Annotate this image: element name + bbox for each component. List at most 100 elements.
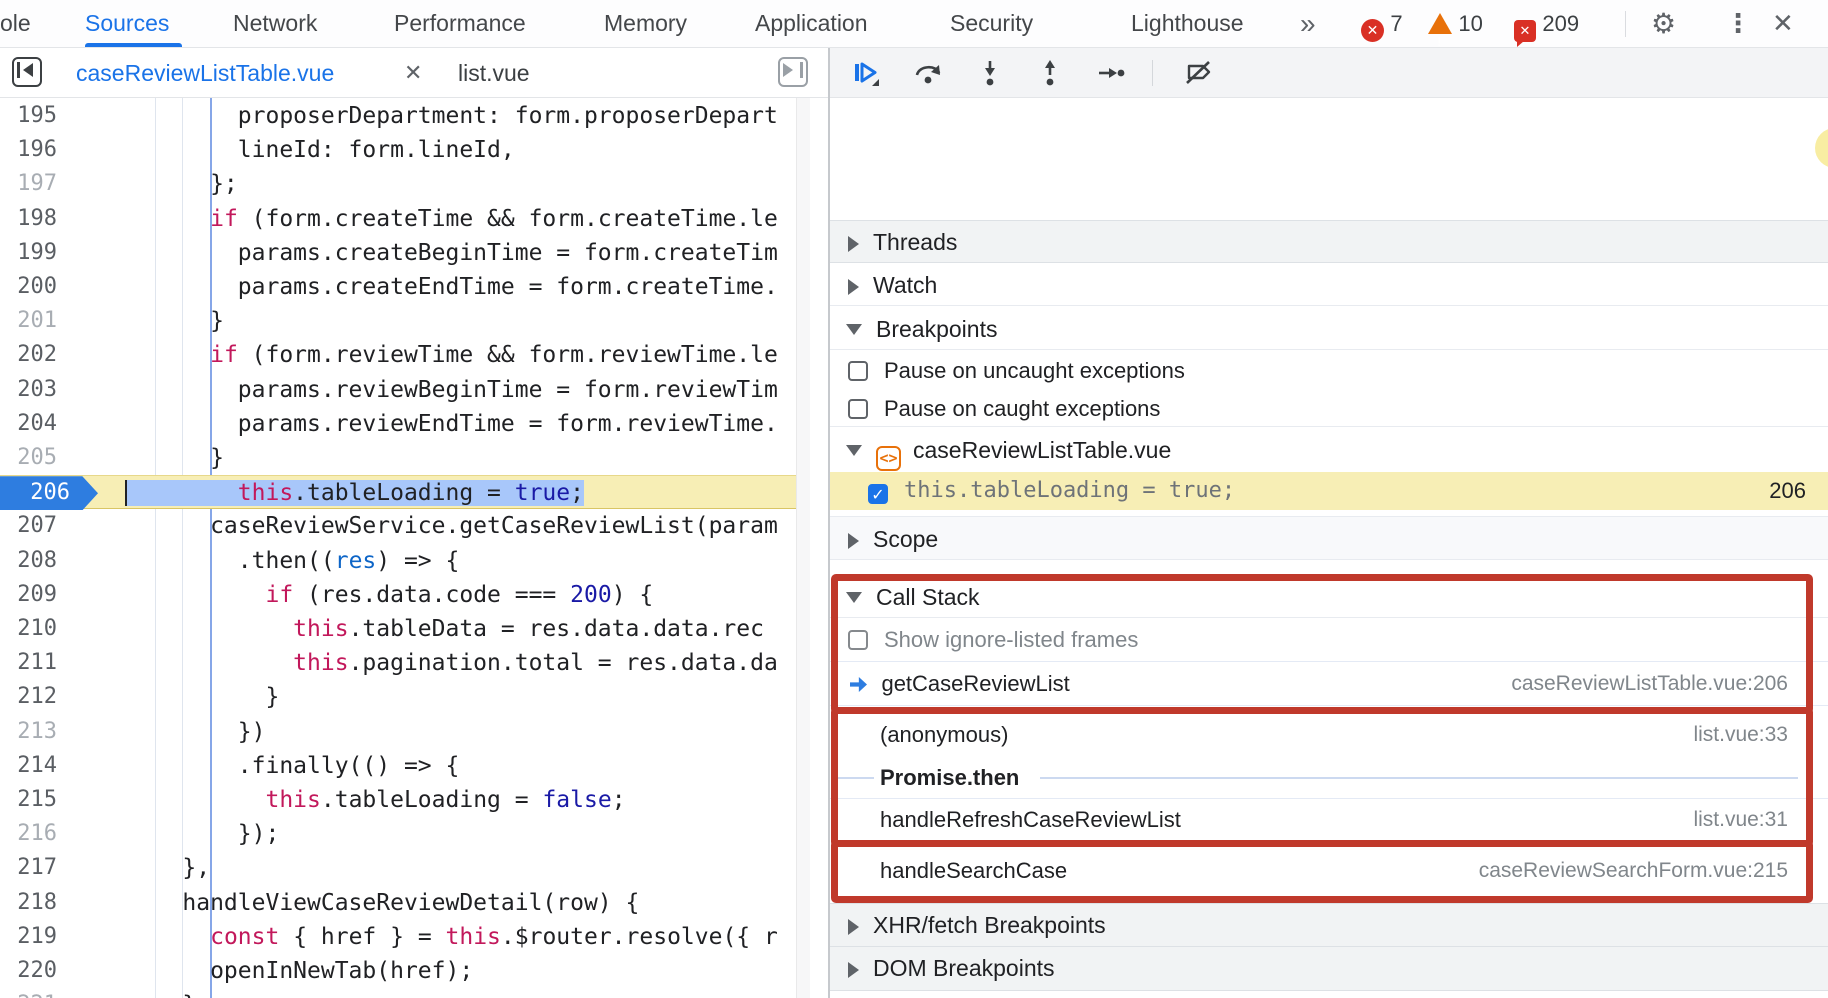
- frame-location[interactable]: caseReviewSearchForm.vue:215: [1479, 847, 1788, 895]
- code-line: 219 const { href } = this.$router.resolv…: [0, 920, 796, 954]
- code-line: 211 this.pagination.total = res.data.da: [0, 646, 796, 680]
- warning-badge[interactable]: ! 10: [1428, 0, 1483, 47]
- tab-application[interactable]: Application: [755, 0, 868, 47]
- chevron-right-icon: [848, 962, 859, 978]
- line-number[interactable]: 220: [0, 954, 57, 988]
- checkbox-unchecked[interactable]: [848, 630, 868, 650]
- line-number[interactable]: 217: [0, 851, 57, 885]
- editor-scrollbar[interactable]: [796, 98, 810, 998]
- line-number[interactable]: 205: [0, 441, 57, 475]
- section-call-stack[interactable]: Call Stack: [830, 576, 1828, 618]
- call-stack-frame[interactable]: handleRefreshCaseReviewList list.vue:31: [830, 799, 1828, 840]
- code-line: 201 }: [0, 304, 796, 338]
- file-tab-list-vue[interactable]: list.vue: [458, 48, 530, 98]
- pause-uncaught-exceptions-row[interactable]: Pause on uncaught exceptions: [830, 352, 1828, 389]
- line-number[interactable]: 216: [0, 817, 57, 851]
- pause-caught-exceptions-row[interactable]: Pause on caught exceptions: [830, 390, 1828, 427]
- deactivate-breakpoints-icon[interactable]: [1185, 59, 1213, 87]
- kebab-menu-icon[interactable]: ⋮: [1725, 0, 1751, 47]
- line-number[interactable]: 208: [0, 544, 57, 578]
- section-xhr-breakpoints[interactable]: XHR/fetch Breakpoints: [830, 903, 1828, 947]
- frame-location[interactable]: list.vue:31: [1693, 799, 1788, 840]
- line-number[interactable]: 200: [0, 270, 57, 304]
- line-number[interactable]: 211: [0, 646, 57, 680]
- line-number[interactable]: 203: [0, 373, 57, 407]
- code-line: 196 lineId: form.lineId,: [0, 133, 796, 167]
- file-tab-active[interactable]: caseReviewListTable.vue: [76, 48, 334, 98]
- chevron-right-icon: [848, 236, 859, 252]
- line-number[interactable]: 197: [0, 167, 57, 201]
- tab-network[interactable]: Network: [233, 0, 317, 47]
- tab-security[interactable]: Security: [950, 0, 1033, 47]
- line-number[interactable]: 213: [0, 715, 57, 749]
- line-number[interactable]: 210: [0, 612, 57, 646]
- breakpoint-entry[interactable]: ✓this.tableLoading = true; 206: [830, 472, 1828, 510]
- chevron-right-icon: [848, 279, 859, 295]
- line-number[interactable]: 219: [0, 920, 57, 954]
- line-number[interactable]: 212: [0, 680, 57, 714]
- line-number[interactable]: 198: [0, 202, 57, 236]
- breakpoint-file-group[interactable]: <>caseReviewListTable.vue: [830, 428, 1828, 472]
- issues-badge[interactable]: ✕ 209: [1514, 0, 1579, 47]
- call-stack-frame[interactable]: (anonymous) list.vue:33: [830, 713, 1828, 756]
- line-number[interactable]: 195: [0, 99, 57, 133]
- line-number[interactable]: 215: [0, 783, 57, 817]
- section-breakpoints[interactable]: Breakpoints: [830, 308, 1828, 350]
- checkbox-checked[interactable]: ✓: [868, 484, 888, 504]
- settings-gear-icon[interactable]: ⚙: [1651, 0, 1676, 47]
- tab-lighthouse[interactable]: Lighthouse: [1131, 0, 1244, 47]
- warning-icon: !: [1428, 13, 1452, 34]
- section-dom-breakpoints[interactable]: DOM Breakpoints: [830, 947, 1828, 991]
- checkbox-unchecked[interactable]: [848, 361, 868, 381]
- line-number[interactable]: 207: [0, 509, 57, 543]
- chevron-right-icon: [848, 533, 859, 549]
- step-out-icon[interactable]: [1036, 59, 1064, 87]
- line-number[interactable]: 214: [0, 749, 57, 783]
- code-line: 213 }): [0, 715, 796, 749]
- more-tabs-icon[interactable]: »: [1300, 0, 1312, 47]
- tab-performance[interactable]: Performance: [394, 0, 526, 47]
- line-number[interactable]: 196: [0, 133, 57, 167]
- line-number[interactable]: 204: [0, 407, 57, 441]
- step-icon[interactable]: [1098, 59, 1126, 87]
- line-number[interactable]: 218: [0, 886, 57, 920]
- code-text: openInNewTab(href);: [127, 954, 473, 988]
- section-scope[interactable]: Scope: [830, 516, 1828, 560]
- code-line: 198 if (form.createTime && form.createTi…: [0, 202, 796, 236]
- panel-divider[interactable]: [828, 48, 830, 998]
- line-number[interactable]: 202: [0, 338, 57, 372]
- line-number[interactable]: 209: [0, 578, 57, 612]
- frame-location[interactable]: caseReviewListTable.vue:206: [1511, 662, 1788, 706]
- hide-navigator-icon[interactable]: [12, 57, 42, 87]
- line-number[interactable]: 201: [0, 304, 57, 338]
- call-stack-frame-current[interactable]: getCaseReviewList caseReviewListTable.vu…: [830, 662, 1828, 706]
- vue-file-icon: <>: [876, 446, 901, 471]
- code-line: 218 handleViewCaseReviewDetail(row) {: [0, 886, 796, 920]
- code-line: 208 .then((res) => {: [0, 544, 796, 578]
- resume-script-icon[interactable]: [852, 59, 880, 87]
- step-over-icon[interactable]: [914, 59, 942, 87]
- code-text: }): [127, 715, 265, 749]
- tab-console-truncated[interactable]: ole: [0, 0, 31, 47]
- error-badge[interactable]: ✕ 7: [1361, 0, 1403, 47]
- chevron-down-icon: [846, 445, 862, 456]
- code-line: 199 params.createBeginTime = form.create…: [0, 236, 796, 270]
- code-text: .finally(() => {: [127, 749, 459, 783]
- close-devtools-icon[interactable]: ✕: [1772, 0, 1794, 47]
- tab-memory[interactable]: Memory: [604, 0, 687, 47]
- execution-line-flag[interactable]: 206: [0, 476, 98, 510]
- code-editor[interactable]: 195 proposerDepartment: form.proposerDep…: [0, 98, 796, 998]
- close-file-tab-icon[interactable]: ✕: [404, 48, 422, 98]
- frame-location[interactable]: list.vue:33: [1693, 713, 1788, 756]
- tab-sources[interactable]: Sources: [85, 0, 169, 47]
- show-ignore-listed-frames-row[interactable]: Show ignore-listed frames: [830, 618, 1828, 662]
- step-into-icon[interactable]: [976, 59, 1004, 87]
- code-line: 214 .finally(() => {: [0, 749, 796, 783]
- call-stack-frame[interactable]: handleSearchCase caseReviewSearchForm.vu…: [830, 847, 1828, 895]
- section-threads[interactable]: Threads: [830, 220, 1828, 263]
- checkbox-unchecked[interactable]: [848, 399, 868, 419]
- line-number[interactable]: 221: [0, 988, 57, 998]
- section-watch[interactable]: Watch: [830, 264, 1828, 306]
- show-right-panel-icon[interactable]: [778, 57, 808, 87]
- line-number[interactable]: 199: [0, 236, 57, 270]
